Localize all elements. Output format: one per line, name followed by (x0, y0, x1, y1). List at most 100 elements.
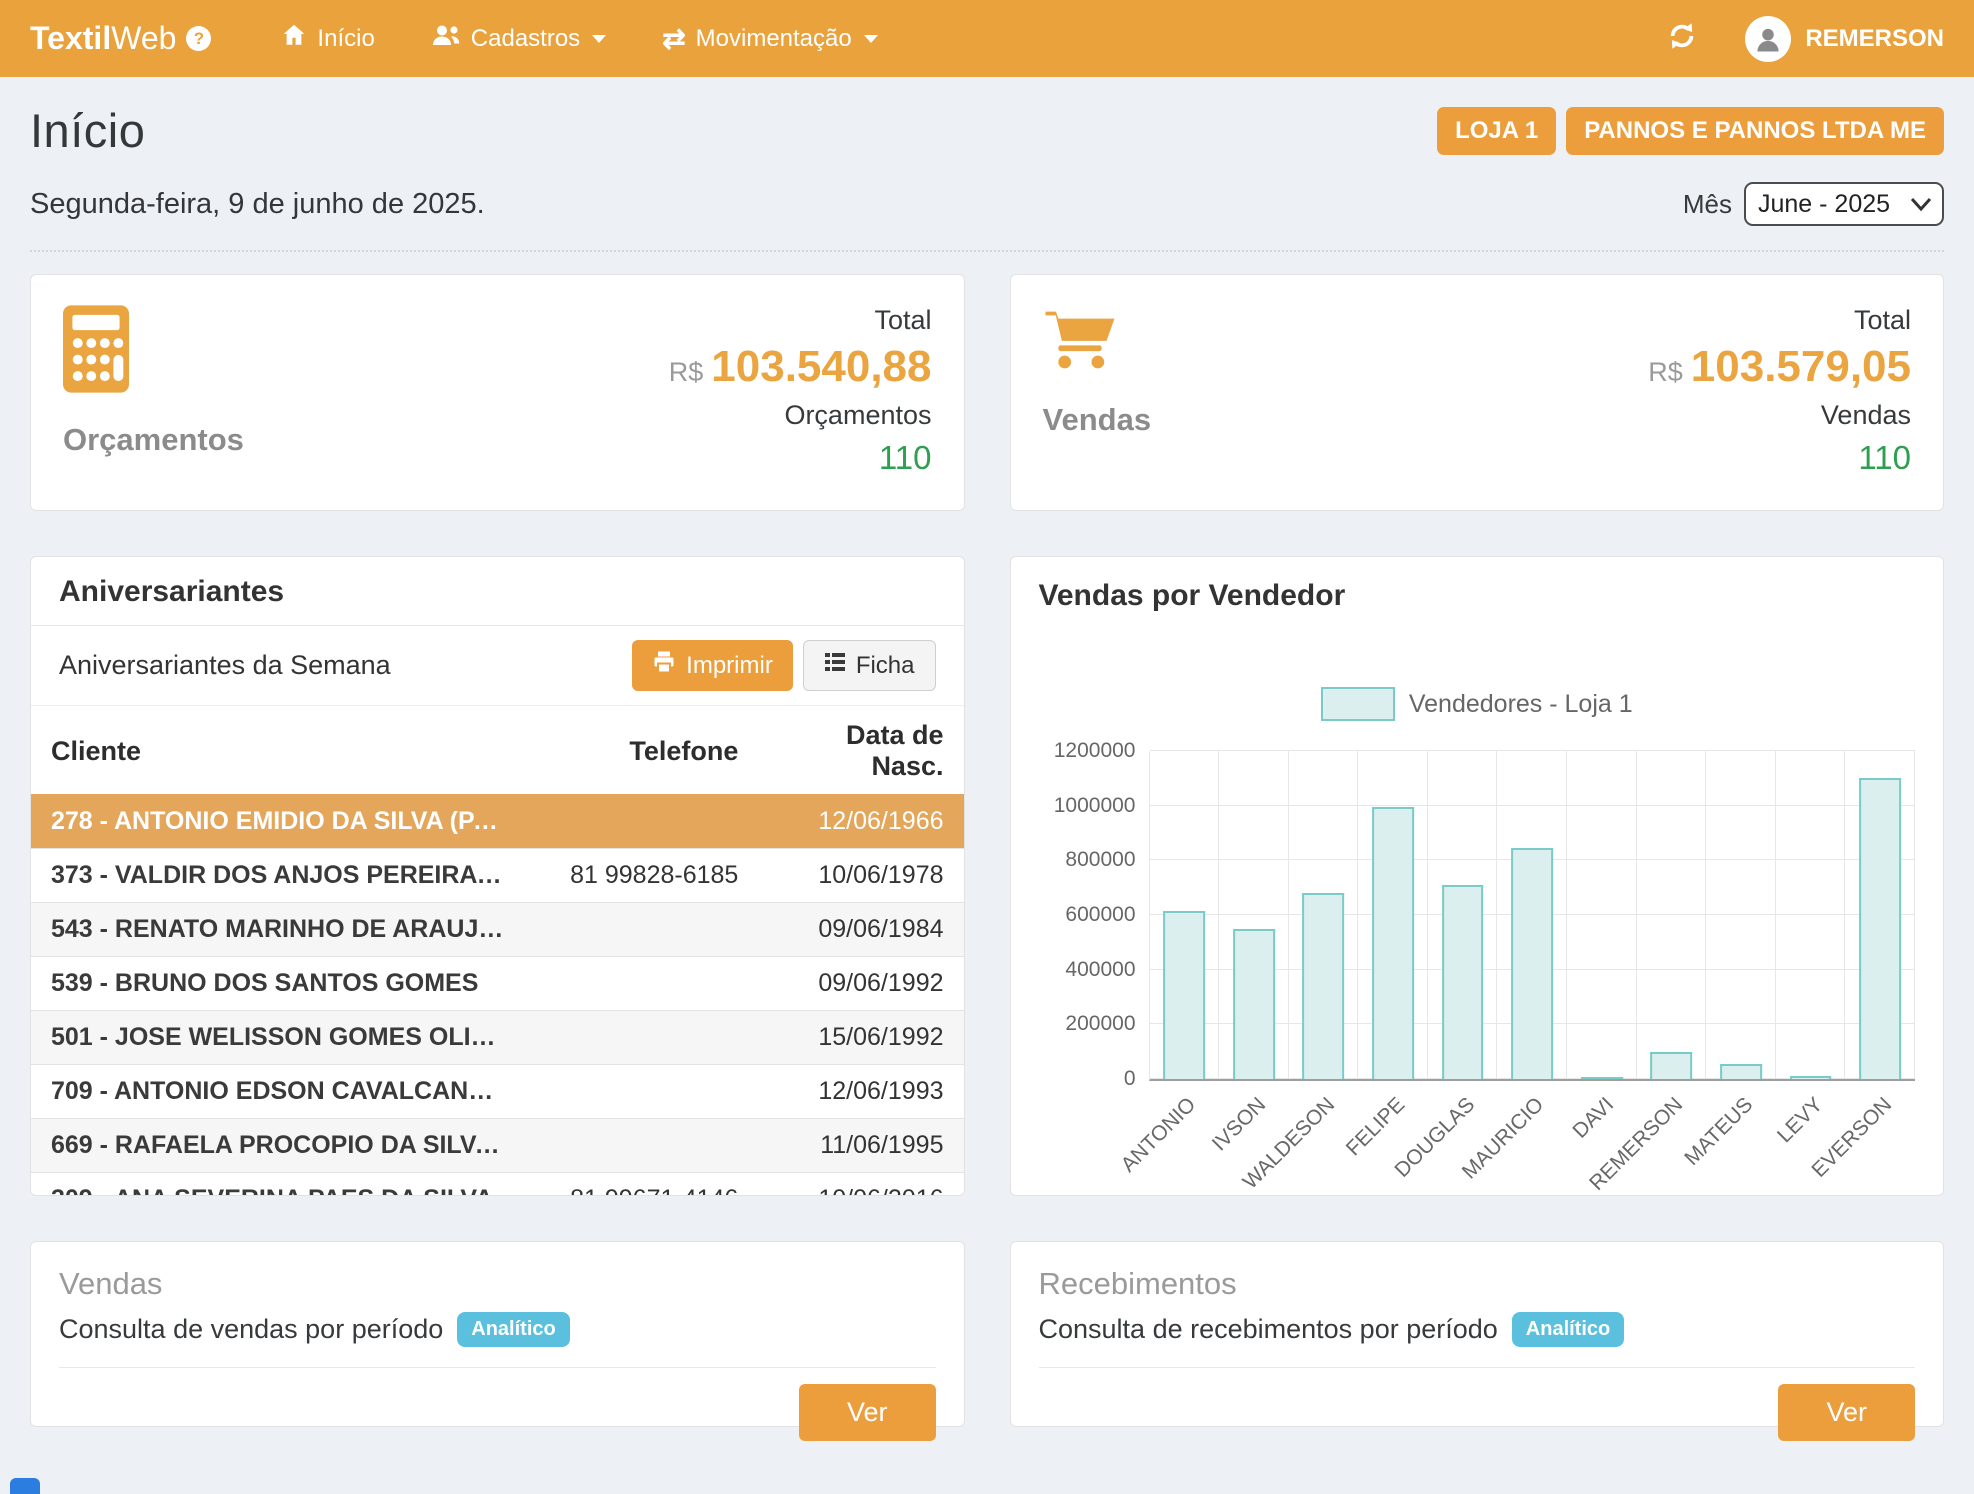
cell-phone (516, 1065, 758, 1119)
budgets-card: Orçamentos Total R$103.540,88 Orçamentos… (30, 274, 965, 511)
home-icon (281, 22, 307, 55)
cell-date: 09/06/1992 (758, 957, 963, 1011)
cell-phone (516, 795, 758, 849)
cell-phone (516, 1119, 758, 1173)
user-menu[interactable]: REMERSON (1745, 16, 1944, 62)
card-title: Vendas (59, 1266, 936, 1302)
y-axis-tick: 0 (1124, 1067, 1136, 1091)
sales-summary-card: Vendas Total R$103.579,05 Vendas 110 (1010, 274, 1945, 511)
chart-title: Vendas por Vendedor (1011, 557, 1944, 623)
sales-by-seller-card: Vendas por Vendedor Vendedores - Loja 1 … (1010, 556, 1945, 1196)
total-label: Total (1648, 305, 1911, 336)
brand[interactable]: TextilWeb ? (30, 20, 211, 57)
bar-davi[interactable] (1581, 1077, 1623, 1079)
ver-recebimentos-button[interactable]: Ver (1778, 1384, 1915, 1441)
bar-waldeson[interactable] (1303, 893, 1345, 1079)
nav-item-label: Movimentação (696, 25, 852, 53)
month-select[interactable]: June - 2025 (1744, 182, 1944, 226)
analitico-badge: Analítico (457, 1312, 569, 1347)
cell-date: 10/06/2016 (758, 1173, 963, 1197)
birthdays-table-scroll[interactable]: 278 - ANTONIO EMIDIO DA SILVA (PALESTI..… (31, 794, 964, 1196)
birthdays-tbody: 278 - ANTONIO EMIDIO DA SILVA (PALESTI..… (31, 795, 964, 1197)
store-badge[interactable]: LOJA 1 (1437, 107, 1556, 155)
table-row[interactable]: 543 - RENATO MARINHO DE ARAUJO (FAZE... 0… (31, 903, 964, 957)
count-label: Orçamentos (669, 400, 932, 431)
current-date: Segunda-feira, 9 de junho de 2025. (30, 188, 485, 221)
bar-felipe[interactable] (1372, 807, 1414, 1079)
page-title: Início (30, 103, 145, 158)
cell-phone (516, 903, 758, 957)
cell-client: 709 - ANTONIO EDSON CAVALCANTE DANTAS (31, 1065, 516, 1119)
printer-icon (652, 650, 676, 681)
legend-label: Vendedores - Loja 1 (1409, 690, 1633, 719)
cell-client: 501 - JOSE WELISSON GOMES OLIVEIRA (E... (31, 1011, 516, 1065)
cell-client: 278 - ANTONIO EMIDIO DA SILVA (PALESTI..… (31, 795, 516, 849)
cell-date: 12/06/1993 (758, 1065, 963, 1119)
ver-vendas-button[interactable]: Ver (799, 1384, 936, 1441)
bar-everson[interactable] (1859, 778, 1901, 1079)
bar-levy[interactable] (1790, 1076, 1832, 1079)
cell-client: 669 - RAFAELA PROCOPIO DA SILVA CARVA... (31, 1119, 516, 1173)
legend-swatch (1321, 687, 1395, 721)
total-label: Total (669, 305, 932, 336)
cell-date: 10/06/1978 (758, 849, 963, 903)
cell-date: 12/06/1966 (758, 795, 963, 849)
bar-ivson[interactable] (1233, 929, 1275, 1079)
table-row[interactable]: 669 - RAFAELA PROCOPIO DA SILVA CARVA...… (31, 1119, 964, 1173)
table-row[interactable]: 539 - BRUNO DOS SANTOS GOMES 09/06/1992 (31, 957, 964, 1011)
cell-date: 11/06/1995 (758, 1119, 963, 1173)
bar-antonio[interactable] (1163, 911, 1205, 1079)
card-title: Recebimentos (1039, 1266, 1916, 1302)
bar-mateus[interactable] (1720, 1064, 1762, 1079)
total-amount: 103.579,05 (1691, 342, 1911, 391)
total-amount: 103.540,88 (711, 342, 931, 391)
table-row[interactable]: 709 - ANTONIO EDSON CAVALCANTE DANTAS 12/… (31, 1065, 964, 1119)
nav-item-label: Cadastros (471, 25, 580, 53)
col-cliente: Cliente (31, 706, 516, 794)
shopping-cart-icon (1043, 305, 1152, 378)
analitico-badge: Analítico (1512, 1312, 1624, 1347)
receipts-query-card: Recebimentos Consulta de recebimentos po… (1010, 1241, 1945, 1427)
cell-client: 373 - VALDIR DOS ANJOS PEREIRA (ANGELA) (31, 849, 516, 903)
table-row[interactable]: 373 - VALDIR DOS ANJOS PEREIRA (ANGELA)8… (31, 849, 964, 903)
birthdays-card: Aniversariantes Aniversariantes da Seman… (30, 556, 965, 1196)
card-name: Orçamentos (63, 422, 244, 458)
card-description: Consulta de recebimentos por período (1039, 1314, 1498, 1345)
count-value: 110 (669, 439, 932, 477)
table-row[interactable]: 501 - JOSE WELISSON GOMES OLIVEIRA (E...… (31, 1011, 964, 1065)
cell-date: 09/06/1984 (758, 903, 963, 957)
table-row[interactable]: 309 - ANA SEVERINA PAES DA SILVA81 99671… (31, 1173, 964, 1197)
nav-items: Início Cadastros ⇄ Movimentação (281, 22, 877, 55)
chat-widget-icon[interactable] (10, 1478, 40, 1494)
bar-douglas[interactable] (1442, 885, 1484, 1079)
print-button[interactable]: Imprimir (632, 640, 793, 691)
nav-item-movimentacao[interactable]: ⇄ Movimentação (662, 25, 878, 53)
chart-plot: 020000040000060000080000010000001200000A… (1149, 751, 1916, 1081)
currency: R$ (1648, 357, 1683, 387)
cell-phone (516, 1011, 758, 1065)
navbar: TextilWeb ? Início Cadastros ⇄ Movi (0, 0, 1974, 77)
y-axis-tick: 800000 (1065, 848, 1135, 872)
chart-legend[interactable]: Vendedores - Loja 1 (1321, 687, 1633, 721)
currency: R$ (669, 357, 704, 387)
cell-client: 539 - BRUNO DOS SANTOS GOMES (31, 957, 516, 1011)
chevron-down-icon (592, 35, 606, 43)
ficha-button[interactable]: Ficha (803, 640, 936, 691)
col-data-nasc: Data de Nasc. (758, 706, 963, 794)
card-description: Consulta de vendas por período (59, 1314, 443, 1345)
table-row[interactable]: 278 - ANTONIO EMIDIO DA SILVA (PALESTI..… (31, 795, 964, 849)
cell-client: 543 - RENATO MARINHO DE ARAUJO (FAZE... (31, 903, 516, 957)
avatar (1745, 16, 1791, 62)
nav-item-cadastros[interactable]: Cadastros (431, 22, 606, 55)
cell-date: 15/06/1992 (758, 1011, 963, 1065)
help-icon[interactable]: ? (186, 26, 211, 51)
company-badge[interactable]: PANNOS E PANNOS LTDA ME (1566, 107, 1944, 155)
bar-mauricio[interactable] (1511, 848, 1553, 1079)
count-label: Vendas (1648, 400, 1911, 431)
month-label: Mês (1683, 189, 1732, 220)
y-axis-tick: 1000000 (1054, 794, 1136, 818)
nav-item-inicio[interactable]: Início (281, 22, 374, 55)
nav-item-label: Início (317, 25, 374, 53)
bar-remerson[interactable] (1651, 1052, 1693, 1079)
refresh-icon[interactable] (1667, 21, 1697, 56)
